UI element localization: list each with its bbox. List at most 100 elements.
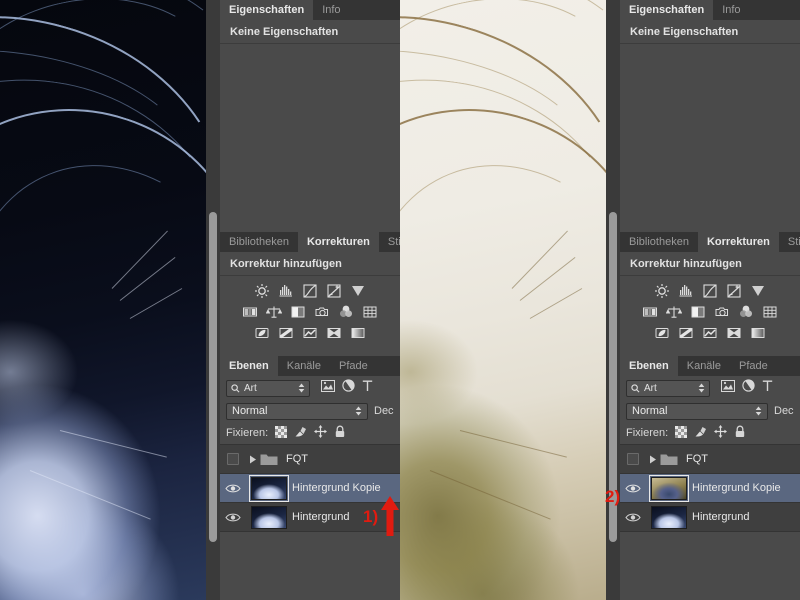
layer-filter-select[interactable]: Art	[226, 379, 310, 397]
chevron-updown-icon[interactable]	[755, 406, 762, 416]
threshold-icon[interactable]	[299, 324, 321, 342]
gradient-map-icon[interactable]	[347, 324, 369, 342]
blend-mode-select[interactable]: Normal	[626, 402, 768, 420]
layer-thumbnail[interactable]	[649, 474, 689, 502]
color-lookup-icon[interactable]	[359, 303, 381, 321]
vibrance-icon[interactable]	[347, 282, 369, 300]
tab-korrekturen[interactable]: Korrekturen	[697, 232, 779, 252]
photo-filter-icon[interactable]	[311, 303, 333, 321]
checkbox-empty-icon[interactable]	[627, 453, 639, 465]
invert-icon[interactable]	[651, 324, 673, 342]
levels-icon[interactable]	[275, 282, 297, 300]
tab-stil[interactable]: Stil	[378, 232, 400, 252]
lock-position-icon[interactable]	[714, 425, 728, 441]
layer-thumbnail-cell[interactable]	[246, 474, 292, 502]
posterize-icon[interactable]	[275, 324, 297, 342]
channel-mixer-icon[interactable]	[735, 303, 757, 321]
tab-korrekturen[interactable]: Korrekturen	[297, 232, 379, 252]
layer-thumbnail[interactable]	[251, 505, 287, 529]
adjustments-tabstrip: Bibliotheken Korrekturen Stil	[620, 232, 800, 252]
lock-image-icon[interactable]	[694, 425, 707, 441]
canvas-scrollbar-left[interactable]	[206, 0, 220, 600]
table-row[interactable]: Hintergrund Kopie	[620, 474, 800, 503]
lock-transparency-icon[interactable]	[675, 425, 688, 441]
posterize-icon[interactable]	[675, 324, 697, 342]
exposure-icon[interactable]	[323, 282, 345, 300]
tab-info[interactable]: Info	[713, 0, 750, 20]
adjustment-filter-icon[interactable]	[342, 379, 355, 397]
layer-thumbnail-cell[interactable]	[646, 505, 692, 529]
type-filter-icon[interactable]	[362, 379, 373, 397]
pixel-filter-icon[interactable]	[321, 379, 335, 397]
visibility-toggle[interactable]	[620, 512, 646, 523]
layer-thumbnail[interactable]	[249, 474, 289, 502]
color-balance-icon[interactable]	[663, 303, 685, 321]
tab-eigenschaften[interactable]: Eigenschaften	[220, 0, 314, 20]
levels-icon[interactable]	[675, 282, 697, 300]
curves-icon[interactable]	[699, 282, 721, 300]
brightness-contrast-icon[interactable]	[651, 282, 673, 300]
tab-info[interactable]: Info	[313, 0, 350, 20]
black-white-icon[interactable]	[687, 303, 709, 321]
visibility-toggle[interactable]	[220, 483, 246, 494]
layer-thumbnail[interactable]	[651, 505, 687, 529]
table-row[interactable]: Hintergrund	[620, 503, 800, 532]
visibility-toggle[interactable]	[620, 453, 646, 465]
curves-icon[interactable]	[299, 282, 321, 300]
selective-color-icon[interactable]	[323, 324, 345, 342]
tab-kanaele[interactable]: Kanäle	[277, 356, 330, 376]
scrollbar-thumb[interactable]	[209, 212, 217, 542]
tab-ebenen[interactable]: Ebenen	[620, 356, 678, 376]
tab-bibliotheken[interactable]: Bibliotheken	[620, 232, 698, 252]
table-row[interactable]: FQT	[620, 445, 800, 474]
threshold-icon[interactable]	[699, 324, 721, 342]
tab-pfade[interactable]: Pfade	[330, 356, 377, 376]
tab-ebenen[interactable]: Ebenen	[220, 356, 278, 376]
chevron-updown-icon[interactable]	[298, 383, 305, 393]
lock-all-icon[interactable]	[734, 425, 746, 441]
black-white-icon[interactable]	[287, 303, 309, 321]
adjustment-filter-icon[interactable]	[742, 379, 755, 397]
table-row[interactable]: FQT	[220, 445, 400, 474]
layer-thumbnail-cell[interactable]	[646, 474, 692, 502]
group-expand-arrow-icon[interactable]	[646, 455, 660, 464]
tab-pfade[interactable]: Pfade	[730, 356, 777, 376]
brightness-contrast-icon[interactable]	[251, 282, 273, 300]
table-row[interactable]: Hintergrund Kopie	[220, 474, 400, 503]
lock-all-icon[interactable]	[334, 425, 346, 441]
layer-thumbnail-cell[interactable]	[246, 505, 292, 529]
blend-mode-select[interactable]: Normal	[226, 402, 368, 420]
tab-kanaele[interactable]: Kanäle	[677, 356, 730, 376]
invert-icon[interactable]	[251, 324, 273, 342]
gradient-map-icon[interactable]	[747, 324, 769, 342]
color-lookup-icon[interactable]	[759, 303, 781, 321]
lock-transparency-icon[interactable]	[275, 425, 288, 441]
canvas-scrollbar-middle[interactable]	[606, 0, 620, 600]
checkbox-empty-icon[interactable]	[227, 453, 239, 465]
lock-image-icon[interactable]	[294, 425, 307, 441]
hue-saturation-icon[interactable]	[639, 303, 661, 321]
tab-stil[interactable]: Stil	[778, 232, 800, 252]
layer-filter-select[interactable]: Art	[626, 379, 710, 397]
photo-filter-icon[interactable]	[711, 303, 733, 321]
chevron-updown-icon[interactable]	[698, 383, 705, 393]
channel-mixer-icon[interactable]	[335, 303, 357, 321]
visibility-toggle[interactable]	[220, 512, 246, 523]
pixel-filter-icon[interactable]	[721, 379, 735, 397]
hue-saturation-icon[interactable]	[239, 303, 261, 321]
image-canvas-normal[interactable]	[400, 0, 608, 600]
tab-bibliotheken[interactable]: Bibliotheken	[220, 232, 298, 252]
chevron-updown-icon[interactable]	[355, 406, 362, 416]
adjustment-row-2	[224, 303, 396, 321]
visibility-toggle[interactable]	[220, 453, 246, 465]
type-filter-icon[interactable]	[762, 379, 773, 397]
image-canvas-inverted[interactable]	[0, 0, 208, 600]
vibrance-icon[interactable]	[747, 282, 769, 300]
lock-position-icon[interactable]	[314, 425, 328, 441]
tab-eigenschaften[interactable]: Eigenschaften	[620, 0, 714, 20]
color-balance-icon[interactable]	[263, 303, 285, 321]
group-expand-arrow-icon[interactable]	[246, 455, 260, 464]
visibility-toggle[interactable]	[620, 483, 646, 494]
exposure-icon[interactable]	[723, 282, 745, 300]
selective-color-icon[interactable]	[723, 324, 745, 342]
